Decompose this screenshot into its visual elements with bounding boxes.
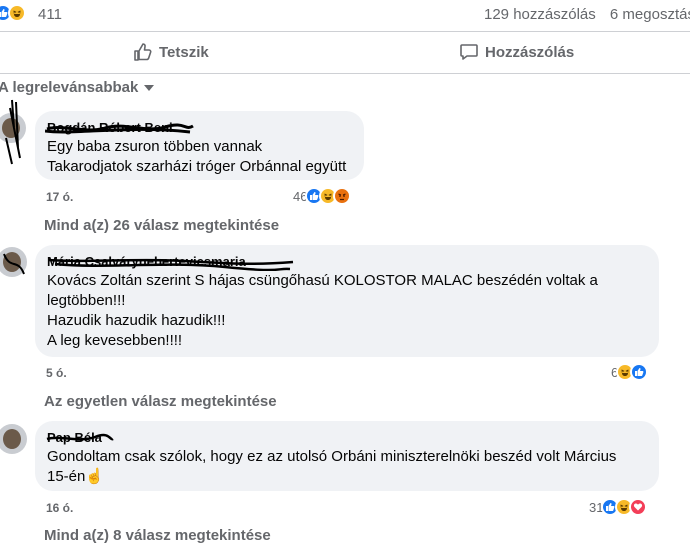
comments-count[interactable]: 129 hozzászólás <box>484 6 596 23</box>
post-reactions[interactable] <box>0 4 26 22</box>
comment-timestamp[interactable]: 16 ó. <box>46 501 73 515</box>
comment-bubble: Bogdán Róbert Beni Egy baba zsuron többe… <box>35 111 364 180</box>
comment-sort-dropdown[interactable]: A legrelevánsabbak <box>0 79 155 96</box>
comment-bubble: Pap Béla Gondoltam csak szólok, hogy ez … <box>35 421 659 491</box>
shares-count[interactable]: 6 megosztás <box>610 6 690 23</box>
comment-reactions[interactable]: 31 <box>589 498 648 516</box>
comment-author[interactable]: Mária Csalváryneberteviesmaria <box>47 254 294 271</box>
comment-button[interactable]: Hozzászólás <box>459 42 574 62</box>
comment-author[interactable]: Bogdán Róbert Beni <box>45 120 194 136</box>
comment-label: Hozzászólás <box>485 43 575 61</box>
redaction-scribble <box>45 123 194 134</box>
comment-text: Kovács Zoltán szerint S hájas csüngőhasú… <box>47 272 598 349</box>
haha-icon <box>8 4 26 22</box>
comment-timestamp[interactable]: 17 ó. <box>46 190 73 204</box>
comment-text: Egy baba zsuron többen vannak Takarodjat… <box>47 138 347 175</box>
sort-label: A legrelevánsabbak <box>0 79 139 96</box>
divider <box>0 73 690 74</box>
comment-reactions[interactable]: 46 <box>293 187 352 205</box>
comment-bubble: Mária Csalváryneberteviesmaria Kovács Zo… <box>35 245 659 357</box>
thumbs-up-icon <box>134 43 152 61</box>
post-action-bar: Tetszik Hozzászólás <box>0 32 690 72</box>
comment-text: Gondoltam csak szólok, hogy ez az utolsó… <box>47 448 617 485</box>
comment-share-counts: 129 hozzászólás 6 megosztás <box>484 6 690 23</box>
like-button[interactable]: Tetszik <box>133 42 209 62</box>
redaction-scribble <box>46 433 114 441</box>
view-replies-link[interactable]: Mind a(z) 26 válasz megtekintése <box>44 217 279 234</box>
like-icon <box>630 363 649 381</box>
redaction-scribble <box>48 258 294 271</box>
like-label: Tetszik <box>159 43 209 61</box>
comment-icon <box>460 44 478 60</box>
comment-timestamp[interactable]: 5 ó. <box>46 366 67 380</box>
love-icon <box>629 498 648 516</box>
comment-reactions[interactable]: 6 <box>611 363 649 381</box>
reaction-count[interactable]: 411 <box>38 6 62 23</box>
comment-author[interactable]: Pap Béla <box>46 430 114 446</box>
angry-icon <box>333 187 352 205</box>
view-replies-link[interactable]: Az egyetlen válasz megtekintése <box>44 393 277 410</box>
scribble-mark <box>3 253 25 275</box>
avatar[interactable] <box>0 424 27 454</box>
chevron-down-icon <box>144 84 155 91</box>
post-stats-bar: 411 129 hozzászólás 6 megosztás <box>0 0 690 30</box>
scribble-mark <box>5 99 21 165</box>
view-replies-link[interactable]: Mind a(z) 8 válasz megtekintése <box>44 527 271 544</box>
